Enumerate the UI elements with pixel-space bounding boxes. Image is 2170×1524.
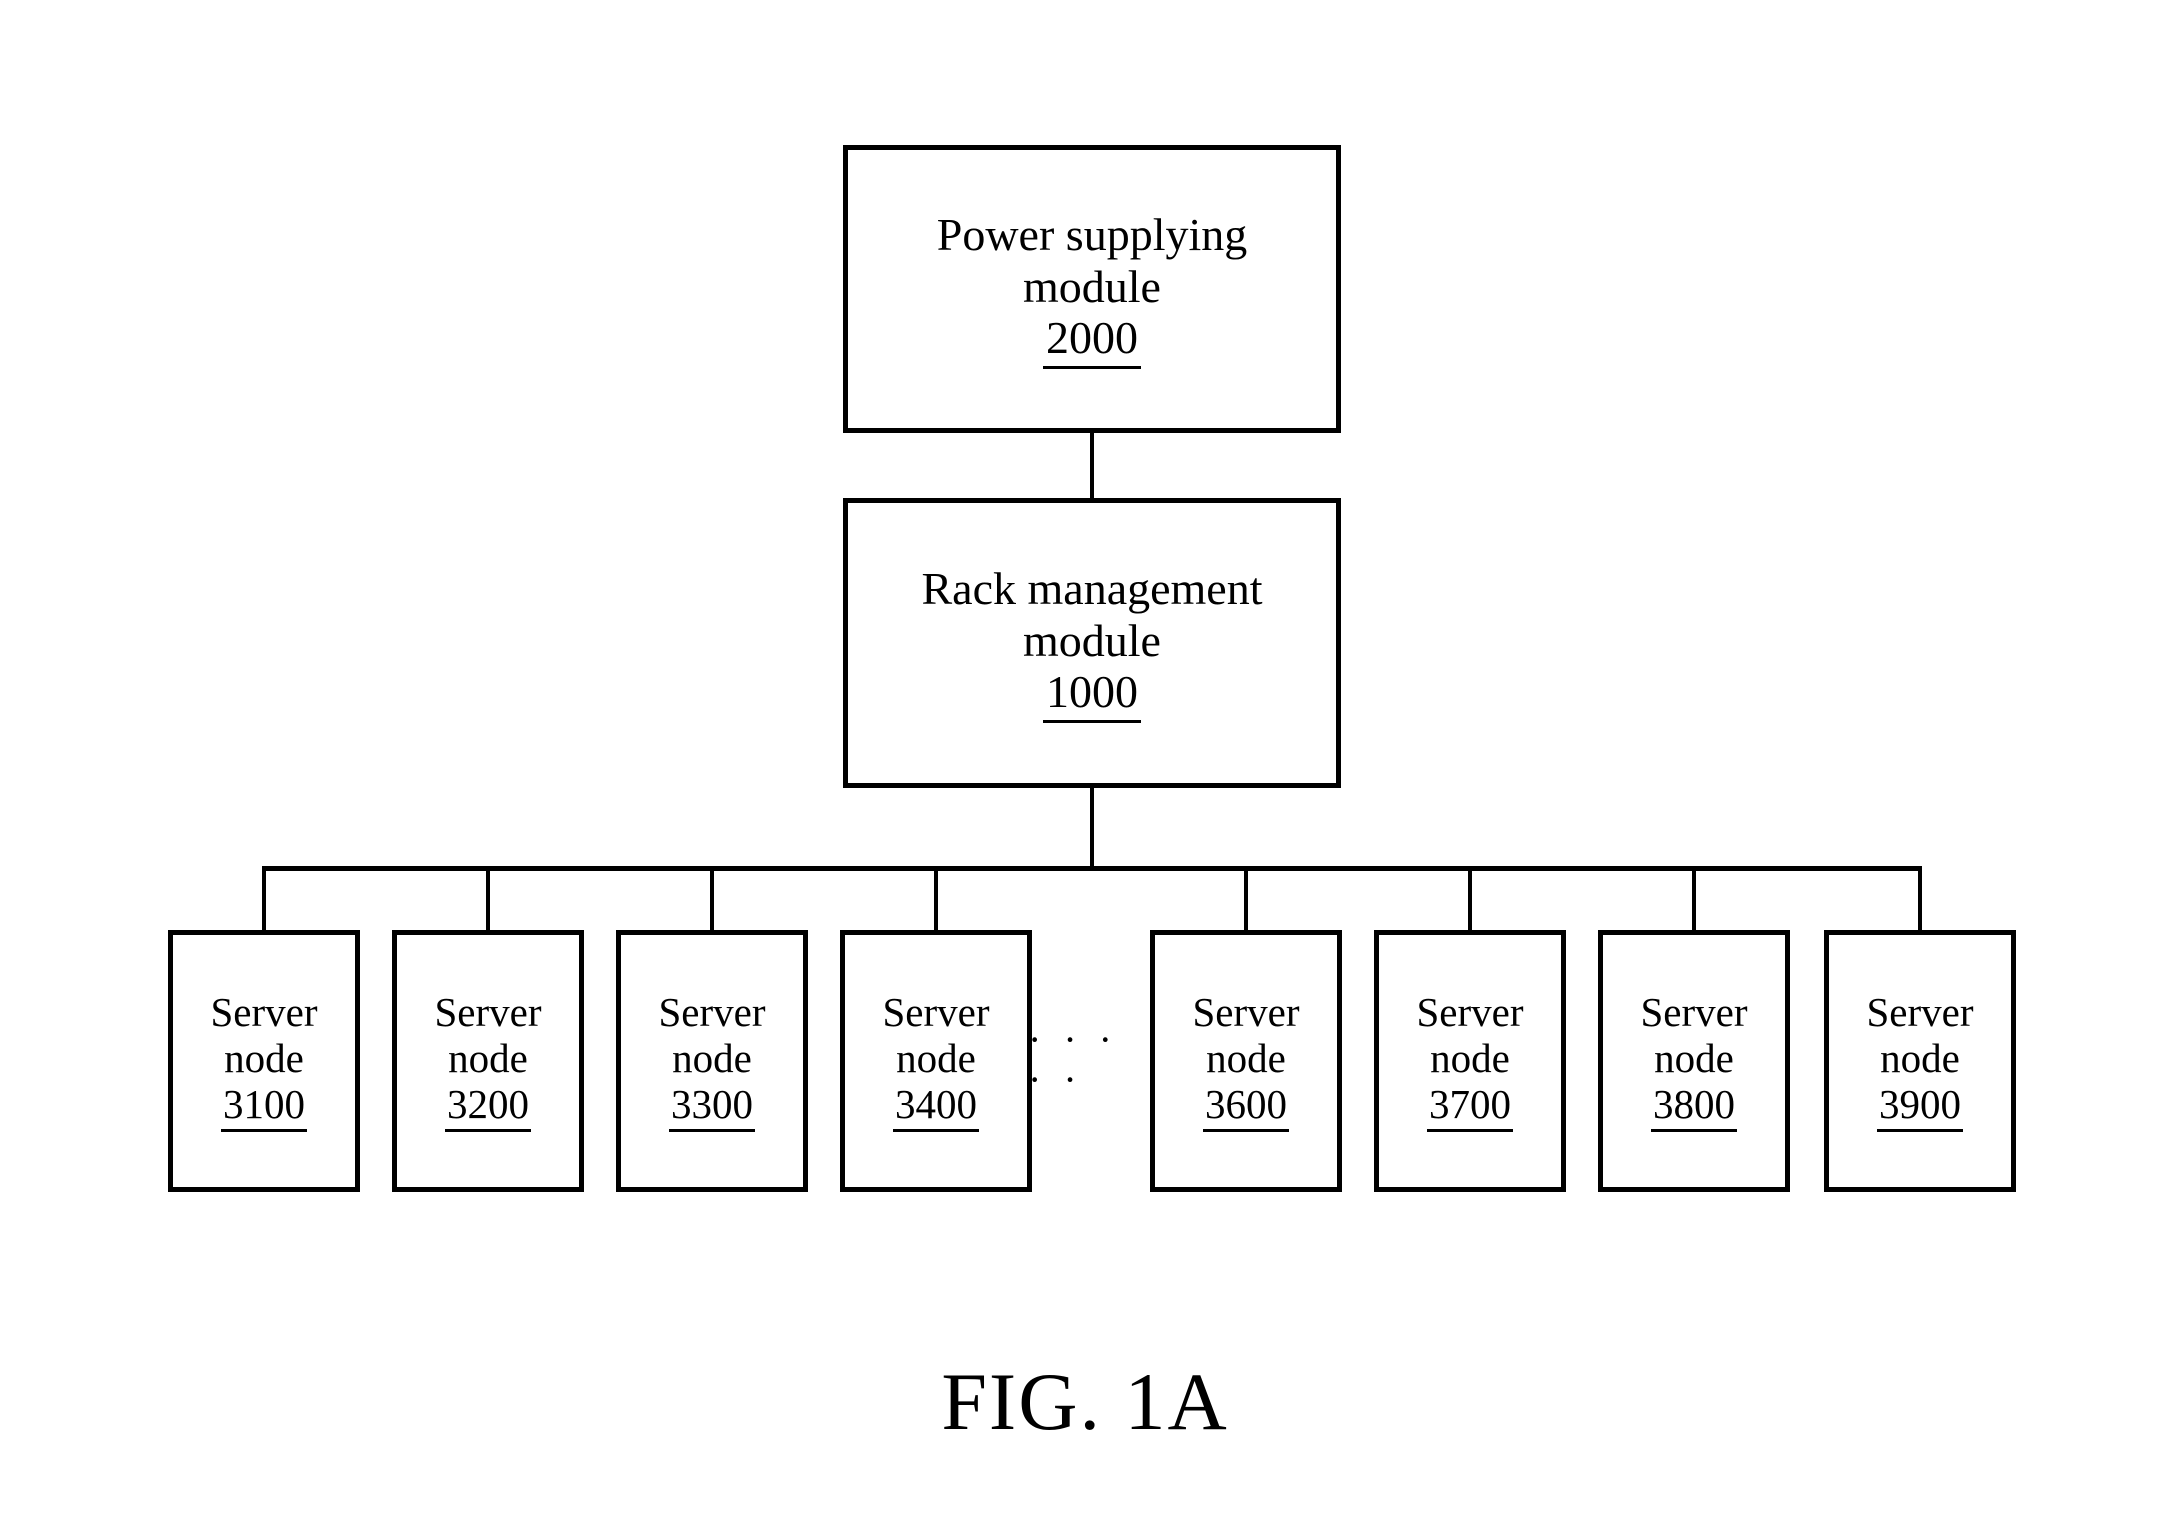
power-supplying-module-box[interactable]: Power supplying module 2000	[843, 145, 1341, 433]
server-node-reference-number: 3700	[1427, 1082, 1513, 1132]
drop-line-server-node-3900	[1918, 866, 1922, 932]
server-node-reference-number: 3300	[669, 1082, 755, 1132]
server-node-box[interactable]: Server node 3200	[392, 930, 584, 1192]
drop-line-server-node-3600	[1244, 866, 1248, 932]
drop-line-server-node-3400	[934, 866, 938, 932]
drop-line-server-node-3300	[710, 866, 714, 932]
figure-caption: FIG. 1A	[941, 1356, 1229, 1447]
connector-power-to-rack	[1090, 433, 1094, 499]
drop-line-server-node-3200	[486, 866, 490, 932]
power-supplying-module-title: Power supplying module	[936, 209, 1248, 312]
server-node-box[interactable]: Server node 3900	[1824, 930, 2016, 1192]
figure-canvas: Power supplying module 2000 Rack managem…	[0, 0, 2170, 1524]
server-node-reference-number: 3400	[893, 1082, 979, 1132]
drop-line-server-node-3700	[1468, 866, 1472, 932]
server-node-reference-number: 3600	[1203, 1082, 1289, 1132]
server-node-reference-number: 3800	[1651, 1082, 1737, 1132]
server-node-label: Server node	[1640, 989, 1748, 1081]
rack-management-module-reference-number: 1000	[1043, 668, 1141, 723]
server-node-box[interactable]: Server node 3700	[1374, 930, 1566, 1192]
server-node-label: Server node	[1866, 989, 1974, 1081]
server-node-box[interactable]: Server node 3300	[616, 930, 808, 1192]
drop-line-server-node-3100	[262, 866, 266, 932]
server-distribution-bus	[262, 866, 1922, 871]
server-node-label: Server node	[1416, 989, 1524, 1081]
server-node-label: Server node	[210, 989, 318, 1081]
server-node-label: Server node	[658, 989, 766, 1081]
rack-management-module-title: Rack management module	[921, 563, 1263, 666]
server-node-reference-number: 3900	[1877, 1082, 1963, 1132]
server-node-box[interactable]: Server node 3100	[168, 930, 360, 1192]
drop-line-server-node-3800	[1692, 866, 1696, 932]
omitted-nodes-ellipsis: · · · · ·	[1028, 1020, 1132, 1100]
server-node-box[interactable]: Server node 3400	[840, 930, 1032, 1192]
power-supplying-module-reference-number: 2000	[1043, 314, 1141, 369]
server-node-reference-number: 3200	[445, 1082, 531, 1132]
server-node-box[interactable]: Server node 3600	[1150, 930, 1342, 1192]
server-node-reference-number: 3100	[221, 1082, 307, 1132]
ellipsis-dots: · · · · ·	[1028, 1017, 1118, 1102]
server-node-label: Server node	[434, 989, 542, 1081]
server-node-box[interactable]: Server node 3800	[1598, 930, 1790, 1192]
rack-management-module-box[interactable]: Rack management module 1000	[843, 498, 1341, 788]
server-node-label: Server node	[1192, 989, 1300, 1081]
connector-rack-to-bus	[1090, 788, 1094, 870]
server-node-label: Server node	[882, 989, 990, 1081]
